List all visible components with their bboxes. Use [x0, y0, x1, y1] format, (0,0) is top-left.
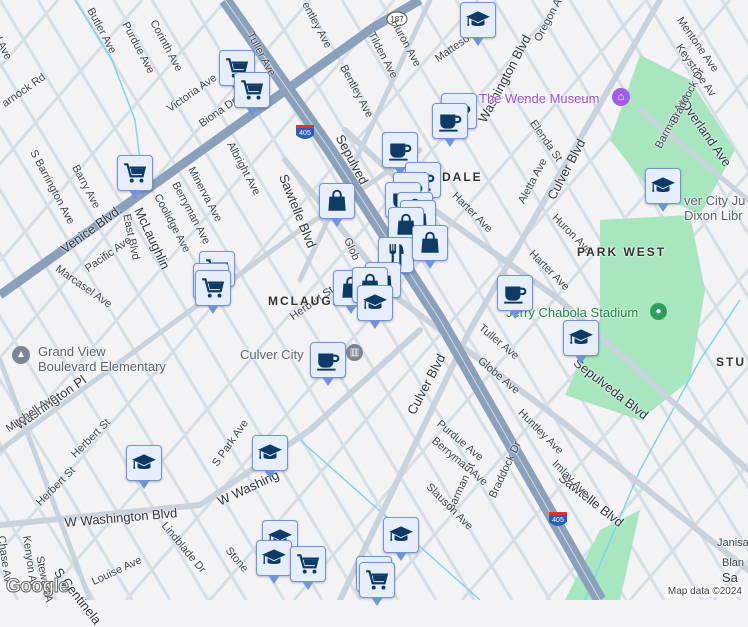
highway-shield-405: 405	[296, 125, 314, 139]
graduation-cap-icon	[650, 173, 676, 199]
museum-icon[interactable]: ⌂	[612, 88, 630, 106]
grad-marker[interactable]	[126, 445, 162, 489]
grad-marker[interactable]	[563, 320, 599, 364]
area-label-park-west: PARK WEST	[577, 245, 667, 259]
shopping-bag-icon	[324, 188, 350, 214]
school-label-line2: Boulevard Elementary	[38, 359, 166, 374]
area-label-dale: DALE	[442, 170, 483, 184]
library-label-line1: ver City Ju	[684, 193, 746, 208]
coffee-cup-icon	[502, 280, 528, 306]
bag-marker[interactable]	[412, 225, 448, 269]
poi-grand-view-elementary[interactable]: Grand View Boulevard Elementary	[38, 344, 166, 374]
graduation-cap-icon	[261, 545, 287, 571]
cart-marker[interactable]	[117, 155, 153, 199]
grad-marker[interactable]	[256, 540, 292, 584]
highway-shield-405: 405	[549, 512, 567, 526]
coffee-marker[interactable]	[497, 275, 533, 319]
grad-marker[interactable]	[383, 517, 419, 561]
street-label-sa: Sa	[722, 570, 738, 585]
shopping-cart-icon	[239, 77, 265, 103]
school-icon[interactable]: ▲	[12, 346, 30, 364]
shopping-bag-icon	[417, 230, 443, 256]
coffee-marker[interactable]	[310, 342, 346, 386]
svg-text:405: 405	[552, 517, 564, 524]
area-label-stu: STU	[716, 355, 746, 369]
coffee-cup-icon	[387, 137, 413, 163]
coffee-marker[interactable]	[432, 103, 468, 147]
grad-marker[interactable]	[252, 435, 288, 479]
poi-wende-museum[interactable]: The Wende Museum	[479, 91, 599, 106]
cart-marker[interactable]	[234, 72, 270, 116]
map-attribution[interactable]: Map data ©2024	[665, 586, 744, 597]
street-label-janisa: Janisa	[717, 537, 748, 549]
coffee-cup-icon	[437, 108, 463, 134]
graduation-cap-icon	[568, 325, 594, 351]
minor-street	[712, 558, 748, 600]
library-label-line2: Dixon Libr	[684, 208, 743, 223]
coffee-cup-icon	[315, 347, 341, 373]
bag-marker[interactable]	[319, 183, 355, 227]
cart-marker[interactable]	[359, 562, 395, 606]
graduation-cap-icon	[257, 440, 283, 466]
graduation-cap-icon	[131, 450, 157, 476]
stadium-icon[interactable]: ●	[650, 303, 667, 320]
cart-marker[interactable]	[195, 270, 231, 314]
shopping-cart-icon	[200, 275, 226, 301]
shopping-cart-icon	[122, 160, 148, 186]
graduation-cap-icon	[388, 522, 414, 548]
google-logo: Google	[5, 576, 69, 598]
poi-culver-city[interactable]: Culver City	[240, 347, 304, 362]
grad-marker[interactable]	[460, 2, 496, 46]
shopping-cart-icon	[295, 551, 321, 577]
poi-library[interactable]: ver City Ju Dixon Libr	[684, 193, 745, 223]
cart-marker[interactable]	[290, 546, 326, 590]
grad-marker[interactable]	[645, 168, 681, 212]
shopping-cart-icon	[364, 567, 390, 593]
graduation-cap-icon	[362, 290, 388, 316]
graduation-cap-icon	[465, 7, 491, 33]
city-hall-icon[interactable]: ▥	[346, 344, 363, 361]
street-label-blan: Blan	[722, 557, 745, 569]
svg-text:405: 405	[299, 130, 311, 137]
school-label-line1: Grand View	[38, 344, 106, 359]
grad-marker[interactable]	[357, 285, 393, 329]
